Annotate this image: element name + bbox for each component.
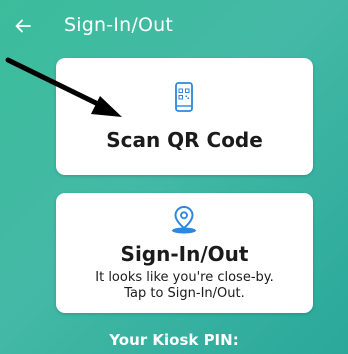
tap-instruction: Tap to Sign-In/Out. <box>124 286 245 301</box>
sign-in-out-card[interactable]: Sign-In/Out It looks like you're close-b… <box>56 193 313 313</box>
page-title: Sign-In/Out <box>64 14 173 36</box>
sign-in-out-title: Sign-In/Out <box>120 242 249 266</box>
arrow-left-icon[interactable] <box>12 15 34 37</box>
qr-phone-icon <box>175 82 193 112</box>
kiosk-pin-label: Your Kiosk PIN: <box>109 331 239 349</box>
scan-qr-card[interactable]: Scan QR Code <box>56 58 313 175</box>
location-pin-icon <box>172 205 196 234</box>
app-bar: Sign-In/Out <box>0 0 348 56</box>
proximity-message: It looks like you're close-by. <box>95 270 274 285</box>
scan-qr-title: Scan QR Code <box>106 128 263 152</box>
